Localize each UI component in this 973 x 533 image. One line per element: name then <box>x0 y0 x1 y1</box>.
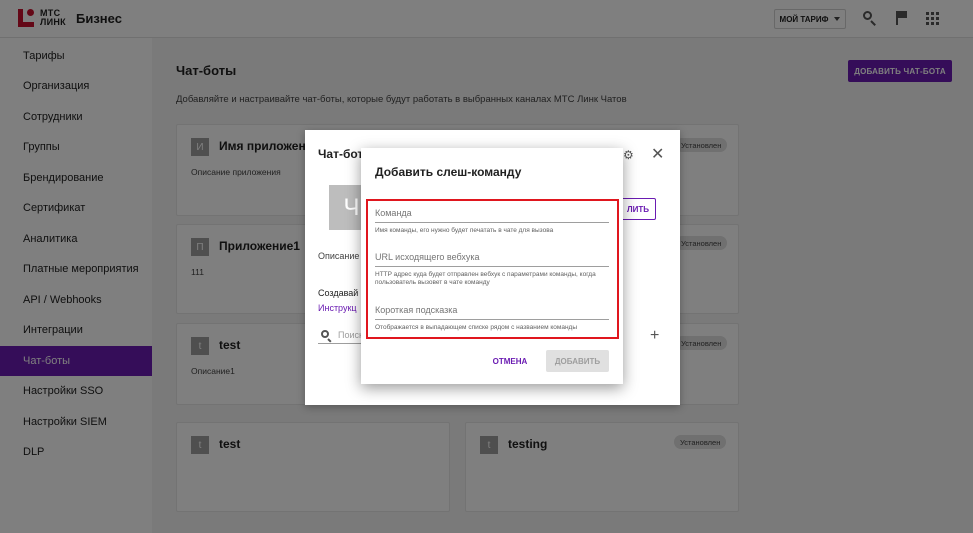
create-label: Создавай <box>318 288 359 298</box>
webhook-url-field[interactable]: URL исходящего вебхука HTTP адрес куда б… <box>375 252 609 287</box>
search-icon <box>321 330 329 338</box>
gear-icon[interactable]: ⚙ <box>623 148 634 162</box>
description-label: Описание <box>318 251 360 261</box>
command-placeholder: Команда <box>375 208 412 218</box>
close-icon[interactable]: ✕ <box>651 144 664 164</box>
short-hint-field[interactable]: Короткая подсказка Отображается в выпада… <box>375 305 609 332</box>
short-hint-placeholder: Короткая подсказка <box>375 305 458 315</box>
add-button[interactable]: ДОБАВИТЬ <box>546 350 609 372</box>
dialog-title: Добавить слеш-команду <box>375 165 522 179</box>
command-field[interactable]: Команда Имя команды, его нужно будет печ… <box>375 208 609 235</box>
add-slash-command-dialog: Добавить слеш-команду Команда Имя команд… <box>361 148 623 384</box>
search-placeholder: Поиск <box>338 330 363 340</box>
instruction-link[interactable]: Инструкц <box>318 303 357 313</box>
webhook-url-placeholder: URL исходящего вебхука <box>375 252 480 262</box>
webhook-url-hint: HTTP адрес куда будет отправлен вебхук с… <box>375 271 596 286</box>
cancel-button[interactable]: ОТМЕНА <box>485 352 535 370</box>
plus-icon[interactable]: + <box>650 327 659 345</box>
command-hint: Имя команды, его нужно будет печатать в … <box>375 227 554 234</box>
short-hint-hint: Отображается в выпадающем списке рядом с… <box>375 324 578 331</box>
chatbot-dialog-title: Чат-бот <box>318 147 364 161</box>
